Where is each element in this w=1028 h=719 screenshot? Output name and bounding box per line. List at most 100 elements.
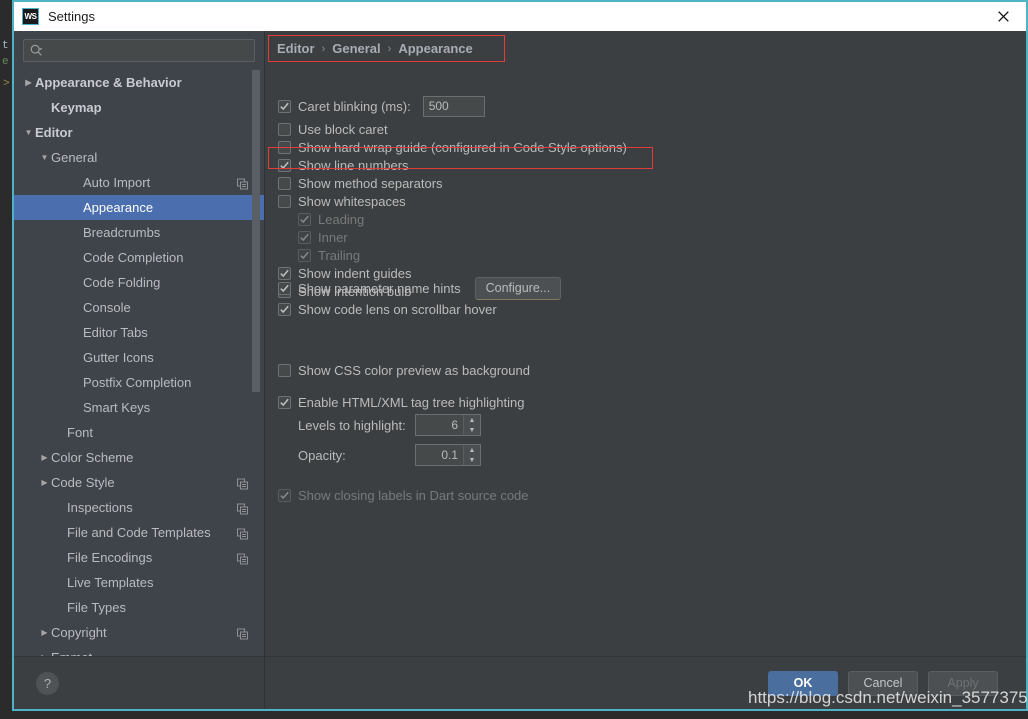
- stepper-buttons[interactable]: ▲ ▼: [463, 415, 480, 435]
- option-row-caret-blinking-ms: Caret blinking (ms):: [265, 92, 1026, 120]
- option-label: Show hard wrap guide (configured in Code…: [298, 139, 627, 155]
- sidebar-item-code-folding[interactable]: Code Folding: [14, 270, 264, 295]
- stepper-up-icon[interactable]: ▲: [464, 415, 480, 425]
- option-row-use-block-caret: Use block caret: [265, 120, 1026, 138]
- checkbox-enable-tag-tree-highlighting[interactable]: [278, 395, 291, 409]
- sidebar-item-label: General: [51, 150, 98, 165]
- field-label: Opacity:: [298, 447, 346, 463]
- sidebar-item-label: Postfix Completion: [83, 375, 192, 390]
- caret-blinking-input[interactable]: [422, 95, 485, 117]
- breadcrumb-item-general[interactable]: General: [332, 41, 380, 56]
- checkbox-inner[interactable]: [298, 230, 311, 244]
- sidebar-footer: ?: [14, 656, 264, 709]
- sidebar-item-code-completion[interactable]: Code Completion: [14, 245, 264, 270]
- chevron-down-icon[interactable]: ▼: [38, 153, 51, 162]
- sidebar-item-color-scheme[interactable]: ▶ Color Scheme: [14, 445, 264, 470]
- sidebar-item-console[interactable]: Console: [14, 295, 264, 320]
- chevron-right-icon[interactable]: ▶: [38, 478, 51, 487]
- sidebar-item-file-and-code-templates[interactable]: File and Code Templates: [14, 520, 264, 545]
- sidebar-item-copyright[interactable]: ▶ Copyright: [14, 620, 264, 645]
- breadcrumb-separator: ›: [387, 42, 392, 55]
- search-input[interactable]: [46, 43, 248, 58]
- checkbox-show-parameter-name-hints[interactable]: [278, 281, 291, 295]
- checkbox-show-closing-labels-dart[interactable]: [278, 488, 291, 502]
- copy-icon: [237, 177, 248, 189]
- checkbox-show-method-separators[interactable]: [278, 176, 291, 190]
- sidebar-item-label: Copyright: [51, 625, 107, 640]
- sidebar-item-auto-import[interactable]: Auto Import: [14, 170, 264, 195]
- stepper-down-icon[interactable]: ▼: [464, 425, 480, 435]
- sidebar-item-label: Inspections: [67, 500, 133, 515]
- checkbox-show-code-lens-on-scrollbar-hover[interactable]: [278, 302, 291, 316]
- checkbox-show-hard-wrap-guide-configured-in-code-[interactable]: [278, 140, 291, 154]
- breadcrumb-item-editor[interactable]: Editor: [277, 41, 315, 56]
- opacity-input[interactable]: [416, 445, 463, 465]
- option-label: Use block caret: [298, 121, 388, 137]
- levels-to-highlight-input[interactable]: [416, 415, 463, 435]
- close-icon[interactable]: [980, 2, 1026, 31]
- option-row-trailing: Trailing: [265, 246, 1026, 264]
- field-label: Levels to highlight:: [298, 417, 406, 433]
- option-label: Show CSS color preview as background: [298, 362, 530, 378]
- sidebar-item-label: Live Templates: [67, 575, 154, 590]
- sidebar-scrollbar[interactable]: [252, 70, 260, 392]
- chevron-down-icon[interactable]: ▼: [22, 128, 35, 137]
- cancel-button[interactable]: Cancel: [848, 670, 918, 696]
- sidebar-item-font[interactable]: Font: [14, 420, 264, 445]
- sidebar-item-editor-tabs[interactable]: Editor Tabs: [14, 320, 264, 345]
- sidebar-item-label: Keymap: [51, 100, 102, 115]
- search-container: [14, 31, 264, 68]
- sidebar-item-label: Code Style: [51, 475, 115, 490]
- sidebar-item-appearance-behavior[interactable]: ▶ Appearance & Behavior: [14, 70, 264, 95]
- sidebar-item-editor[interactable]: ▼ Editor: [14, 120, 264, 145]
- help-button[interactable]: ?: [36, 671, 59, 695]
- sidebar-item-live-templates[interactable]: Live Templates: [14, 570, 264, 595]
- levels-to-highlight-stepper[interactable]: ▲ ▼: [415, 414, 481, 436]
- sidebar-item-code-style[interactable]: ▶ Code Style: [14, 470, 264, 495]
- sidebar-item-general[interactable]: ▼ General: [14, 145, 264, 170]
- sidebar-item-label: File Types: [67, 600, 127, 615]
- copy-icon: [237, 552, 248, 564]
- sidebar-item-postfix-completion[interactable]: Postfix Completion: [14, 370, 264, 395]
- search-box[interactable]: [23, 39, 255, 62]
- ok-button[interactable]: OK: [768, 670, 838, 696]
- chevron-right-icon[interactable]: ▶: [38, 453, 51, 462]
- sidebar-item-appearance[interactable]: Appearance: [14, 195, 264, 220]
- opacity-stepper[interactable]: ▲ ▼: [415, 444, 481, 466]
- breadcrumb-separator: ›: [321, 42, 326, 55]
- sidebar-item-breadcrumbs[interactable]: Breadcrumbs: [14, 220, 264, 245]
- stepper-down-icon[interactable]: ▼: [464, 455, 480, 465]
- checkbox-use-block-caret[interactable]: [278, 122, 291, 136]
- sidebar-item-smart-keys[interactable]: Smart Keys: [14, 395, 264, 420]
- sidebar-item-gutter-icons[interactable]: Gutter Icons: [14, 345, 264, 370]
- chevron-right-icon[interactable]: ▶: [22, 78, 35, 87]
- settings-sidebar: ▶ Appearance & Behavior Keymap ▼ Editor ▼ Gen…: [14, 31, 265, 709]
- configure-button[interactable]: Configure...: [474, 276, 562, 300]
- chevron-right-icon[interactable]: ▶: [38, 628, 51, 637]
- breadcrumb-item-appearance: Appearance: [398, 41, 473, 56]
- checkbox-leading[interactable]: [298, 212, 311, 226]
- checkbox-trailing[interactable]: [298, 248, 311, 262]
- sidebar-item-keymap[interactable]: Keymap: [14, 95, 264, 120]
- stepper-buttons[interactable]: ▲ ▼: [463, 445, 480, 465]
- sidebar-item-inspections[interactable]: Inspections: [14, 495, 264, 520]
- option-row-dart-closing-labels: Show closing labels in Dart source code: [265, 486, 529, 504]
- sidebar-item-file-types[interactable]: File Types: [14, 595, 264, 620]
- chevron-right-icon[interactable]: ▶: [38, 653, 51, 656]
- stepper-up-icon[interactable]: ▲: [464, 445, 480, 455]
- checkbox-show-whitespaces[interactable]: [278, 194, 291, 208]
- checkbox-show-line-numbers[interactable]: [278, 158, 291, 172]
- checkbox-caret-blinking-ms[interactable]: [278, 99, 291, 113]
- sidebar-item-file-encodings[interactable]: File Encodings: [14, 545, 264, 570]
- apply-button: Apply: [928, 670, 998, 696]
- checkbox-show-css-color-preview[interactable]: [278, 363, 291, 377]
- sidebar-item-emmet[interactable]: ▶Emmet: [14, 645, 264, 656]
- option-row-show-whitespaces: Show whitespaces: [265, 192, 1026, 210]
- settings-window: WS Settings ▶ Appearance & Behavior Keym…: [12, 0, 1028, 711]
- sidebar-item-label: Emmet: [51, 650, 92, 656]
